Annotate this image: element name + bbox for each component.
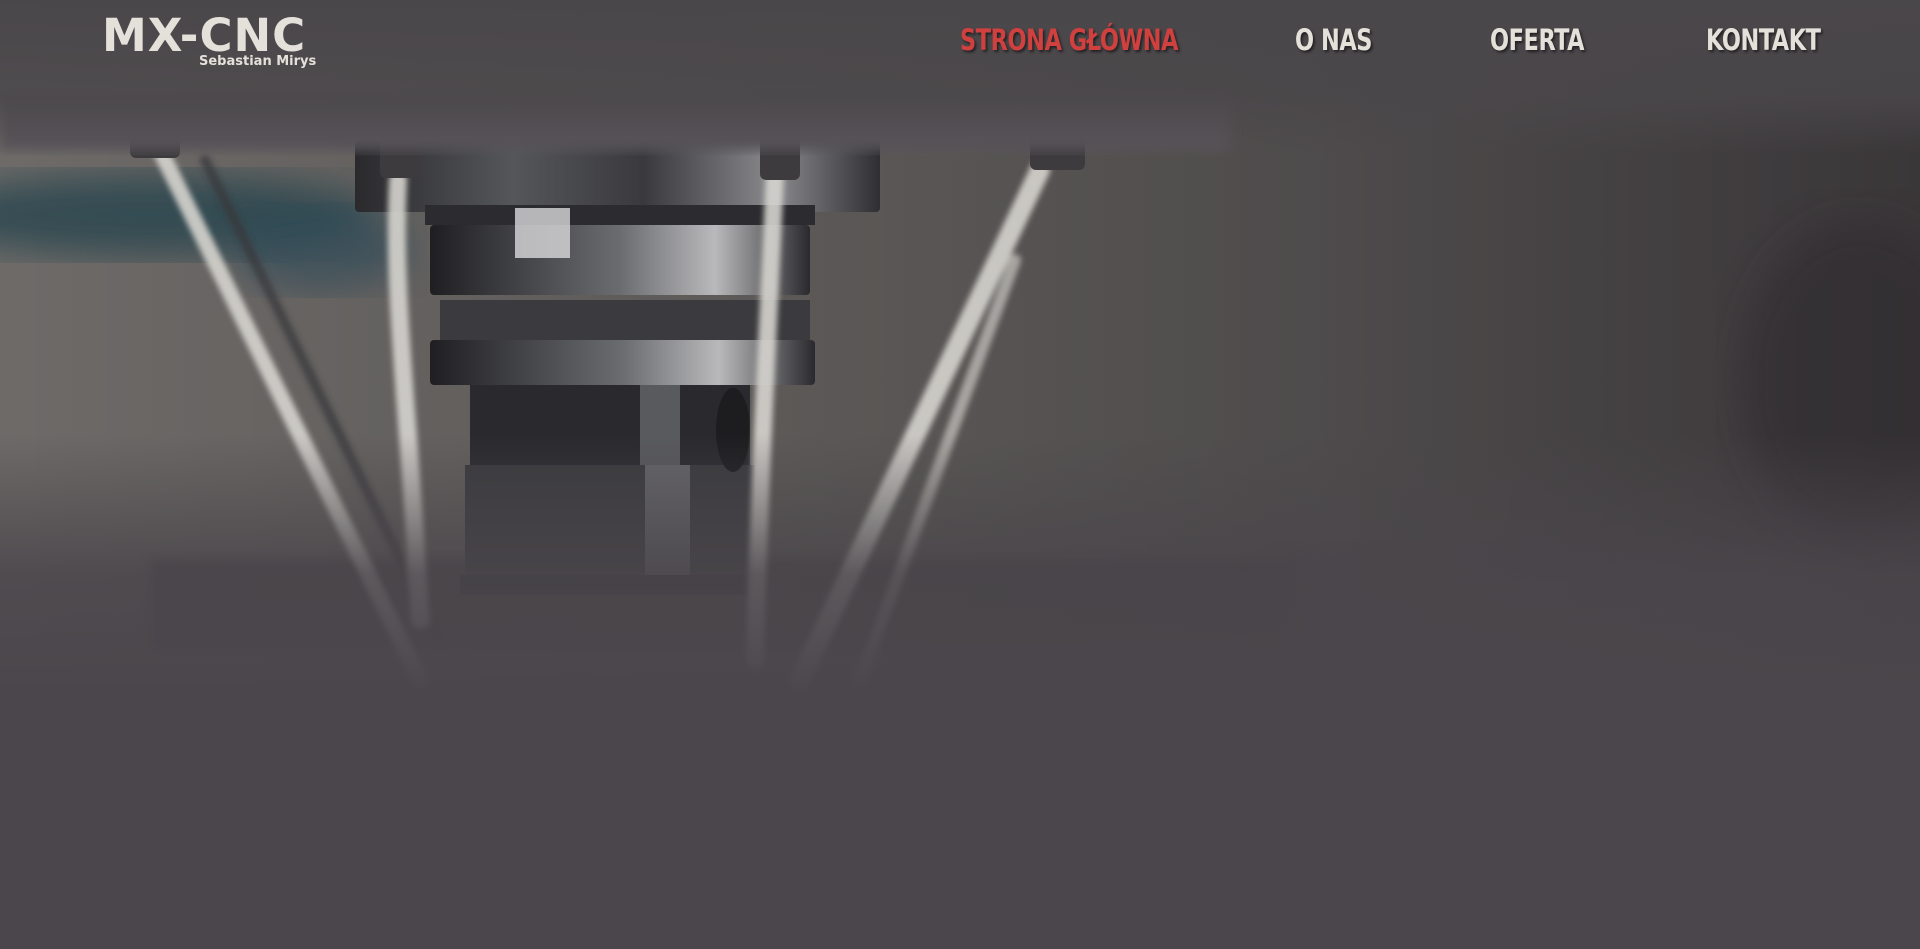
site-header: MX-CNC Sebastian Mirys STRONA GŁÓWNA O N… bbox=[0, 0, 1920, 90]
nav-item-strona-glowna[interactable]: STRONA GŁÓWNA bbox=[960, 22, 1179, 58]
hero-background-image bbox=[0, 0, 1920, 700]
logo-link[interactable]: MX-CNC Sebastian Mirys bbox=[102, 10, 316, 76]
nav-item-oferta[interactable]: OFERTA bbox=[1490, 22, 1584, 58]
logo-subtitle: Sebastian Mirys bbox=[199, 54, 317, 69]
page: MX-CNC Sebastian Mirys STRONA GŁÓWNA O N… bbox=[0, 0, 1920, 949]
nav-item-o-nas[interactable]: O NAS bbox=[1295, 22, 1372, 58]
nav-item-kontakt[interactable]: KONTAKT bbox=[1706, 22, 1821, 58]
